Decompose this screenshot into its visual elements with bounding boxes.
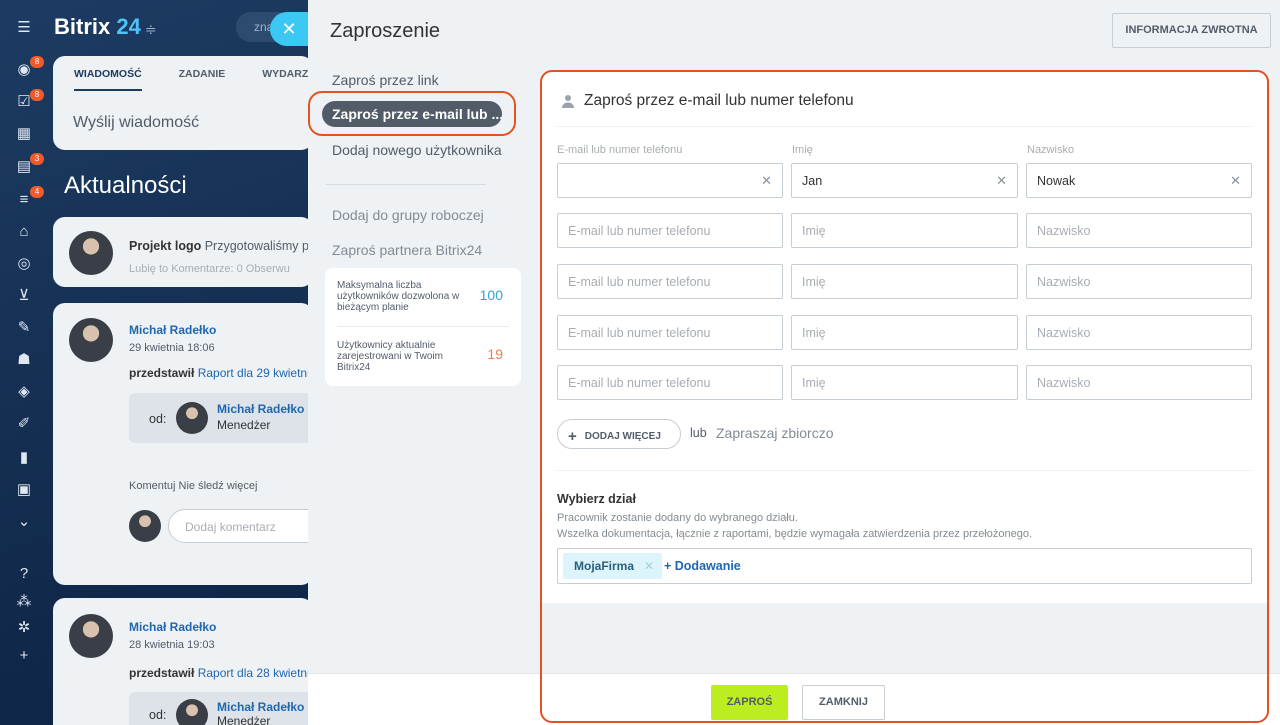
user-limits-box: Maksymalna liczba użytkowników dozwolona… — [325, 268, 521, 386]
swap-icon: ≑ — [144, 21, 157, 37]
tab-message[interactable]: WIADOMOŚĆ — [74, 68, 142, 91]
tab-task[interactable]: ZADANIE — [179, 68, 226, 80]
composer-tabs: WIADOMOŚĆ ZADANIE WYDARZI — [74, 68, 345, 91]
avatar — [69, 318, 113, 362]
limit-current-label: Użytkownicy aktualnie zarejestrowani w T… — [337, 340, 443, 373]
avatar — [176, 699, 208, 725]
target-icon[interactable]: ◎ — [14, 254, 34, 274]
from-label: od: — [149, 708, 167, 722]
help-icon[interactable]: ? — [14, 564, 34, 584]
from-name[interactable]: Michał Radełko — [217, 402, 304, 416]
menu-invite-partner[interactable]: Zaproś partnera Bitrix24 — [332, 242, 482, 258]
limit-max-value: 100 — [479, 287, 503, 303]
post-actions[interactable]: Komentuj Nie śledź więcej — [129, 480, 257, 492]
send-message-input[interactable]: Wyślij wiadomość — [73, 114, 199, 132]
more-icon[interactable]: ⌄ — [14, 512, 34, 532]
post-author[interactable]: Michał Radełko — [129, 620, 216, 634]
post-text: przedstawił Raport dla 28 kwietnia — [129, 666, 317, 680]
report-link[interactable]: Raport dla 29 kwietnia — [198, 366, 317, 380]
left-sidebar: ☰ ◉ 8 ☑ 8 ▦ ▤ 3 ≡ 4 ⌂ ◎ ⊻ ✎ ☗ ◈ ✐ ▮ ▣ ⌄ … — [0, 0, 48, 725]
badge: 3 — [30, 153, 44, 165]
form-highlight — [540, 70, 1269, 723]
avatar — [129, 510, 161, 542]
limit-current-value: 19 — [487, 346, 503, 362]
badge: 4 — [30, 186, 44, 198]
avatar — [69, 231, 113, 275]
menu-add-workgroup[interactable]: Dodaj do grupy roboczej — [332, 207, 484, 223]
tab-event[interactable]: WYDARZI — [262, 68, 311, 80]
from-label: od: — [149, 412, 167, 426]
bank-icon[interactable]: ⌂ — [14, 222, 34, 242]
analytics-icon[interactable]: ▮ — [14, 448, 34, 468]
post-meta: Lubię to Komentarze: 0 Obserwu — [129, 263, 290, 275]
robot-icon[interactable]: ☗ — [14, 350, 34, 370]
post-text: przedstawił Raport dla 29 kwietnia — [129, 366, 317, 380]
settings-icon[interactable]: ✲ — [14, 618, 34, 638]
post-title: Projekt logo Przygotowaliśmy p — [129, 239, 309, 253]
menu-add-user[interactable]: Dodaj nowego użytkownika — [332, 142, 502, 158]
feedback-button[interactable]: INFORMACJA ZWROTNA — [1112, 13, 1271, 48]
post-date: 28 kwietnia 19:03 — [129, 639, 215, 651]
sign-icon[interactable]: ✎ — [14, 318, 34, 338]
avatar — [69, 614, 113, 658]
page-title: Aktualności — [64, 172, 187, 199]
edit-icon[interactable]: ✐ — [14, 414, 34, 434]
comment-input[interactable]: Dodaj komentarz — [168, 509, 328, 543]
post-author[interactable]: Michał Radełko — [129, 323, 216, 337]
box-icon[interactable]: ◈ — [14, 382, 34, 402]
add-icon[interactable]: + — [14, 646, 34, 666]
from-role: Menedżer — [217, 714, 271, 725]
limit-max-label: Maksymalna liczba użytkowników dozwolona… — [337, 280, 460, 313]
calendar-icon[interactable]: ▦ — [14, 124, 34, 144]
menu-icon[interactable]: ☰ — [14, 18, 34, 38]
cart-icon[interactable]: ⊻ — [14, 286, 34, 306]
close-slider-button[interactable]: ✕ — [270, 12, 308, 46]
structure-icon[interactable]: ⁂ — [14, 592, 34, 612]
panel-title: Zaproszenie — [330, 20, 441, 42]
planner-icon[interactable]: ▣ — [14, 480, 34, 500]
menu-divider — [326, 184, 486, 185]
badge: 8 — [30, 89, 44, 101]
avatar — [176, 402, 208, 434]
divider — [337, 326, 509, 327]
badge: 8 — [30, 56, 44, 68]
from-role: Menedżer — [217, 418, 271, 432]
post-date: 29 kwietnia 18:06 — [129, 342, 215, 354]
menu-invite-email[interactable]: Zaproś przez e-mail lub ... — [322, 101, 502, 127]
menu-invite-link[interactable]: Zaproś przez link — [332, 72, 439, 88]
limit-max-row: Maksymalna liczba użytkowników dozwolona… — [337, 280, 513, 313]
from-name[interactable]: Michał Radełko — [217, 700, 304, 714]
report-link[interactable]: Raport dla 28 kwietnia — [198, 666, 317, 680]
logo[interactable]: Bitrix 24 ≑ — [54, 14, 157, 40]
limit-current-row: Użytkownicy aktualnie zarejestrowani w T… — [337, 340, 513, 373]
